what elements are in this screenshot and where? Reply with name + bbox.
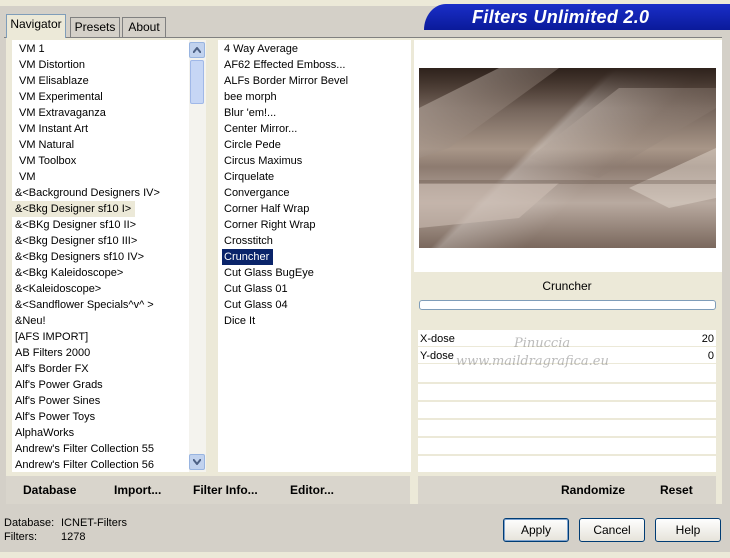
- filter-item[interactable]: 4 Way Average: [222, 43, 298, 55]
- chevron-up-icon: [193, 47, 201, 53]
- filter-item[interactable]: Cut Glass 04: [222, 299, 288, 311]
- param-row-x-dose[interactable]: X-dose 20: [418, 331, 716, 347]
- filter-item[interactable]: Cirquelate: [222, 171, 274, 183]
- tab-presets[interactable]: Presets: [70, 17, 120, 37]
- category-item[interactable]: Alf's Power Toys: [12, 411, 95, 423]
- filter-item[interactable]: Dice It: [222, 315, 255, 327]
- category-item[interactable]: Alf's Border FX: [12, 363, 89, 375]
- filter-item[interactable]: Cut Glass BugEye: [222, 267, 314, 279]
- filter-item[interactable]: Blur 'em!...: [222, 107, 276, 119]
- filter-preview-image: [419, 68, 716, 248]
- category-scrollbar[interactable]: [189, 40, 206, 472]
- filter-item[interactable]: Cruncher: [222, 249, 274, 265]
- param-value[interactable]: 0: [708, 348, 714, 364]
- import-button[interactable]: Import...: [114, 476, 161, 504]
- category-item[interactable]: &<BKg Designer sf10 II>: [12, 219, 136, 231]
- category-item[interactable]: VM Instant Art: [12, 123, 88, 135]
- database-button[interactable]: Database: [23, 476, 76, 504]
- category-item[interactable]: AB Filters 2000: [12, 347, 90, 359]
- scroll-up-button[interactable]: [189, 42, 205, 58]
- scroll-down-button[interactable]: [189, 454, 205, 470]
- empty-param-rows: [418, 366, 716, 474]
- filter-item[interactable]: ALFs Border Mirror Bevel: [222, 75, 348, 87]
- app-title-banner: Filters Unlimited 2.0: [424, 4, 730, 30]
- filter-item[interactable]: Circus Maximus: [222, 155, 302, 167]
- category-item[interactable]: VM Toolbox: [12, 155, 76, 167]
- filter-item[interactable]: AF62 Effected Emboss...: [222, 59, 345, 71]
- filter-item[interactable]: Crosstitch: [222, 235, 273, 247]
- category-item[interactable]: &<Background Designers IV>: [12, 187, 160, 199]
- tab-navigator[interactable]: Navigator: [6, 14, 66, 38]
- filter-item[interactable]: Corner Half Wrap: [222, 203, 309, 215]
- filter-item[interactable]: Cut Glass 01: [222, 283, 288, 295]
- filter-list[interactable]: 4 Way Average AF62 Effected Emboss... ALFs…: [218, 40, 411, 472]
- filter-item[interactable]: bee morph: [222, 91, 277, 103]
- filters-count-label: Filters:: [4, 531, 37, 543]
- apply-button[interactable]: Apply: [503, 518, 569, 542]
- category-item[interactable]: Andrew's Filter Collection 56: [12, 459, 154, 471]
- database-status-value: ICNET-Filters: [61, 517, 127, 529]
- cancel-button[interactable]: Cancel: [579, 518, 645, 542]
- randomize-button[interactable]: Randomize: [561, 476, 625, 504]
- category-item[interactable]: AlphaWorks: [12, 427, 74, 439]
- editor-button[interactable]: Editor...: [290, 476, 334, 504]
- database-status-label: Database:: [4, 517, 55, 529]
- category-item[interactable]: [AFS IMPORT]: [12, 331, 88, 343]
- filter-item[interactable]: Convergance: [222, 187, 289, 199]
- category-item[interactable]: &Neu!: [12, 315, 46, 327]
- category-item[interactable]: &<Bkg Kaleidoscope>: [12, 267, 123, 279]
- param-row-y-dose[interactable]: Y-dose 0: [418, 348, 716, 364]
- taskbar-strip: [0, 552, 730, 558]
- reset-button[interactable]: Reset: [660, 476, 693, 504]
- chevron-down-icon: [193, 459, 201, 465]
- help-button[interactable]: Help: [655, 518, 721, 542]
- category-item[interactable]: Alf's Power Grads: [12, 379, 103, 391]
- filter-item[interactable]: Center Mirror...: [222, 123, 297, 135]
- category-item[interactable]: &<Bkg Designer sf10 III>: [12, 235, 137, 247]
- category-item[interactable]: VM Experimental: [12, 91, 103, 103]
- param-label: Y-dose: [420, 350, 454, 362]
- category-item[interactable]: VM Elisablaze: [12, 75, 89, 87]
- category-item[interactable]: Alf's Power Sines: [12, 395, 100, 407]
- category-item[interactable]: &<Bkg Designers sf10 IV>: [12, 251, 144, 263]
- progress-bar: [419, 300, 716, 310]
- filter-item[interactable]: Corner Right Wrap: [222, 219, 316, 231]
- category-item[interactable]: VM: [12, 171, 36, 183]
- category-item[interactable]: VM Extravaganza: [12, 107, 106, 119]
- scroll-thumb[interactable]: [190, 60, 204, 104]
- selected-filter-label: Cruncher: [418, 276, 716, 296]
- param-value[interactable]: 20: [702, 331, 714, 347]
- category-item[interactable]: VM Distortion: [12, 59, 85, 71]
- category-item[interactable]: &<Bkg Designer sf10 I>: [12, 201, 136, 217]
- category-item[interactable]: &<Kaleidoscope>: [12, 283, 101, 295]
- category-list[interactable]: VM 1 VM Distortion VM Elisablaze VM Experim…: [12, 40, 189, 472]
- category-item[interactable]: &<Sandflower Specials^v^ >: [12, 299, 154, 311]
- category-item[interactable]: Andrew's Filter Collection 55: [12, 443, 154, 455]
- category-item[interactable]: VM Natural: [12, 139, 74, 151]
- tab-about[interactable]: About: [122, 17, 166, 37]
- param-label: X-dose: [420, 333, 455, 345]
- category-item[interactable]: VM 1: [12, 43, 45, 55]
- filter-info-button[interactable]: Filter Info...: [193, 476, 258, 504]
- filter-item[interactable]: Circle Pede: [222, 139, 281, 151]
- preview-art: [419, 68, 716, 228]
- filters-count-value: 1278: [61, 531, 86, 543]
